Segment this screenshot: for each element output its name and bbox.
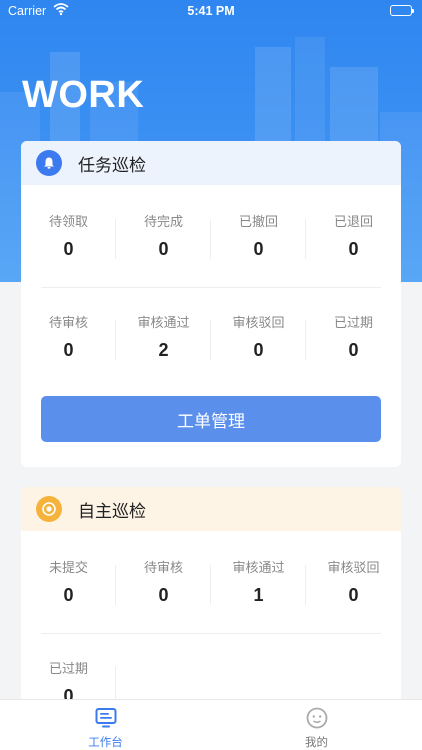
stat-label: 已撤回 xyxy=(238,215,278,230)
stat-approved[interactable]: 审核通过 2 xyxy=(116,298,211,378)
tab-label: 工作台 xyxy=(88,735,123,749)
stat-withdrawn[interactable]: 已撤回 0 xyxy=(211,197,306,277)
stat-value: 0 xyxy=(253,239,264,259)
stat-value: 0 xyxy=(63,340,74,360)
stat-value: 0 xyxy=(158,585,169,605)
stat-label: 已过期 xyxy=(48,662,88,677)
stat-rejected[interactable]: 审核驳回 0 xyxy=(211,298,306,378)
workbench-icon xyxy=(94,706,118,730)
stat-label: 审核驳回 xyxy=(232,316,285,331)
self-stats-row-1: 未提交 0 待审核 0 审核通过 1 审核驳回 0 xyxy=(21,543,401,623)
stat-label: 未提交 xyxy=(48,561,88,576)
stat-returned[interactable]: 已退回 0 xyxy=(306,197,401,277)
stat-value: 1 xyxy=(253,585,264,605)
stat-value: 0 xyxy=(253,340,264,360)
stat-approved[interactable]: 审核通过 1 xyxy=(211,543,306,623)
clock: 5:41 PM xyxy=(187,4,235,18)
stat-pending-review[interactable]: 待审核 0 xyxy=(21,298,116,378)
task-stats-row-1: 待领取 0 待完成 0 已撤回 0 已退回 0 xyxy=(21,197,401,277)
tab-bar: 工作台 我的 xyxy=(0,699,422,750)
task-inspection-card: 任务巡检 待领取 0 待完成 0 已撤回 0 已退回 0 待审核 0 审核通过 … xyxy=(21,141,401,467)
stat-label: 待审核 xyxy=(143,561,183,576)
stat-value: 0 xyxy=(63,239,74,259)
stat-pending-review[interactable]: 待审核 0 xyxy=(116,543,211,623)
task-stats-row-2: 待审核 0 审核通过 2 审核驳回 0 已过期 0 xyxy=(21,298,401,378)
tab-mine[interactable]: 我的 xyxy=(211,700,422,750)
stat-label: 审核通过 xyxy=(137,316,190,331)
stat-value: 0 xyxy=(158,239,169,259)
stat-label: 已退回 xyxy=(333,215,373,230)
stat-label: 审核通过 xyxy=(232,561,285,576)
stat-value: 2 xyxy=(158,340,169,360)
stat-value: 0 xyxy=(348,585,359,605)
tab-workbench[interactable]: 工作台 xyxy=(0,700,211,750)
stat-value: 0 xyxy=(63,585,74,605)
stat-label: 审核驳回 xyxy=(327,561,380,576)
profile-icon xyxy=(305,706,329,730)
stat-expired[interactable]: 已过期 0 xyxy=(306,298,401,378)
divider xyxy=(41,633,381,634)
status-bar: Carrier 5:41 PM xyxy=(0,0,422,22)
stat-value: 0 xyxy=(348,239,359,259)
task-inspection-title: 任务巡检 xyxy=(78,155,146,176)
tab-label: 我的 xyxy=(305,735,328,749)
stat-not-submitted[interactable]: 未提交 0 xyxy=(21,543,116,623)
battery-icon xyxy=(390,5,414,16)
work-order-management-button[interactable]: 工单管理 xyxy=(41,396,381,442)
bell-icon xyxy=(36,150,62,176)
stat-rejected[interactable]: 审核驳回 0 xyxy=(306,543,401,623)
stat-label: 待领取 xyxy=(48,215,88,230)
page-title: WORK xyxy=(22,74,145,116)
stat-to-claim[interactable]: 待领取 0 xyxy=(21,197,116,277)
self-inspection-icon xyxy=(36,496,62,522)
stat-label: 待审核 xyxy=(48,316,88,331)
stat-label: 已过期 xyxy=(333,316,373,331)
self-inspection-title: 自主巡检 xyxy=(78,501,146,522)
stat-label: 待完成 xyxy=(143,215,183,230)
self-inspection-header: 自主巡检 xyxy=(21,487,401,531)
stat-value: 0 xyxy=(348,340,359,360)
task-inspection-header: 任务巡检 xyxy=(21,141,401,185)
stat-to-complete[interactable]: 待完成 0 xyxy=(116,197,211,277)
divider xyxy=(41,287,381,288)
